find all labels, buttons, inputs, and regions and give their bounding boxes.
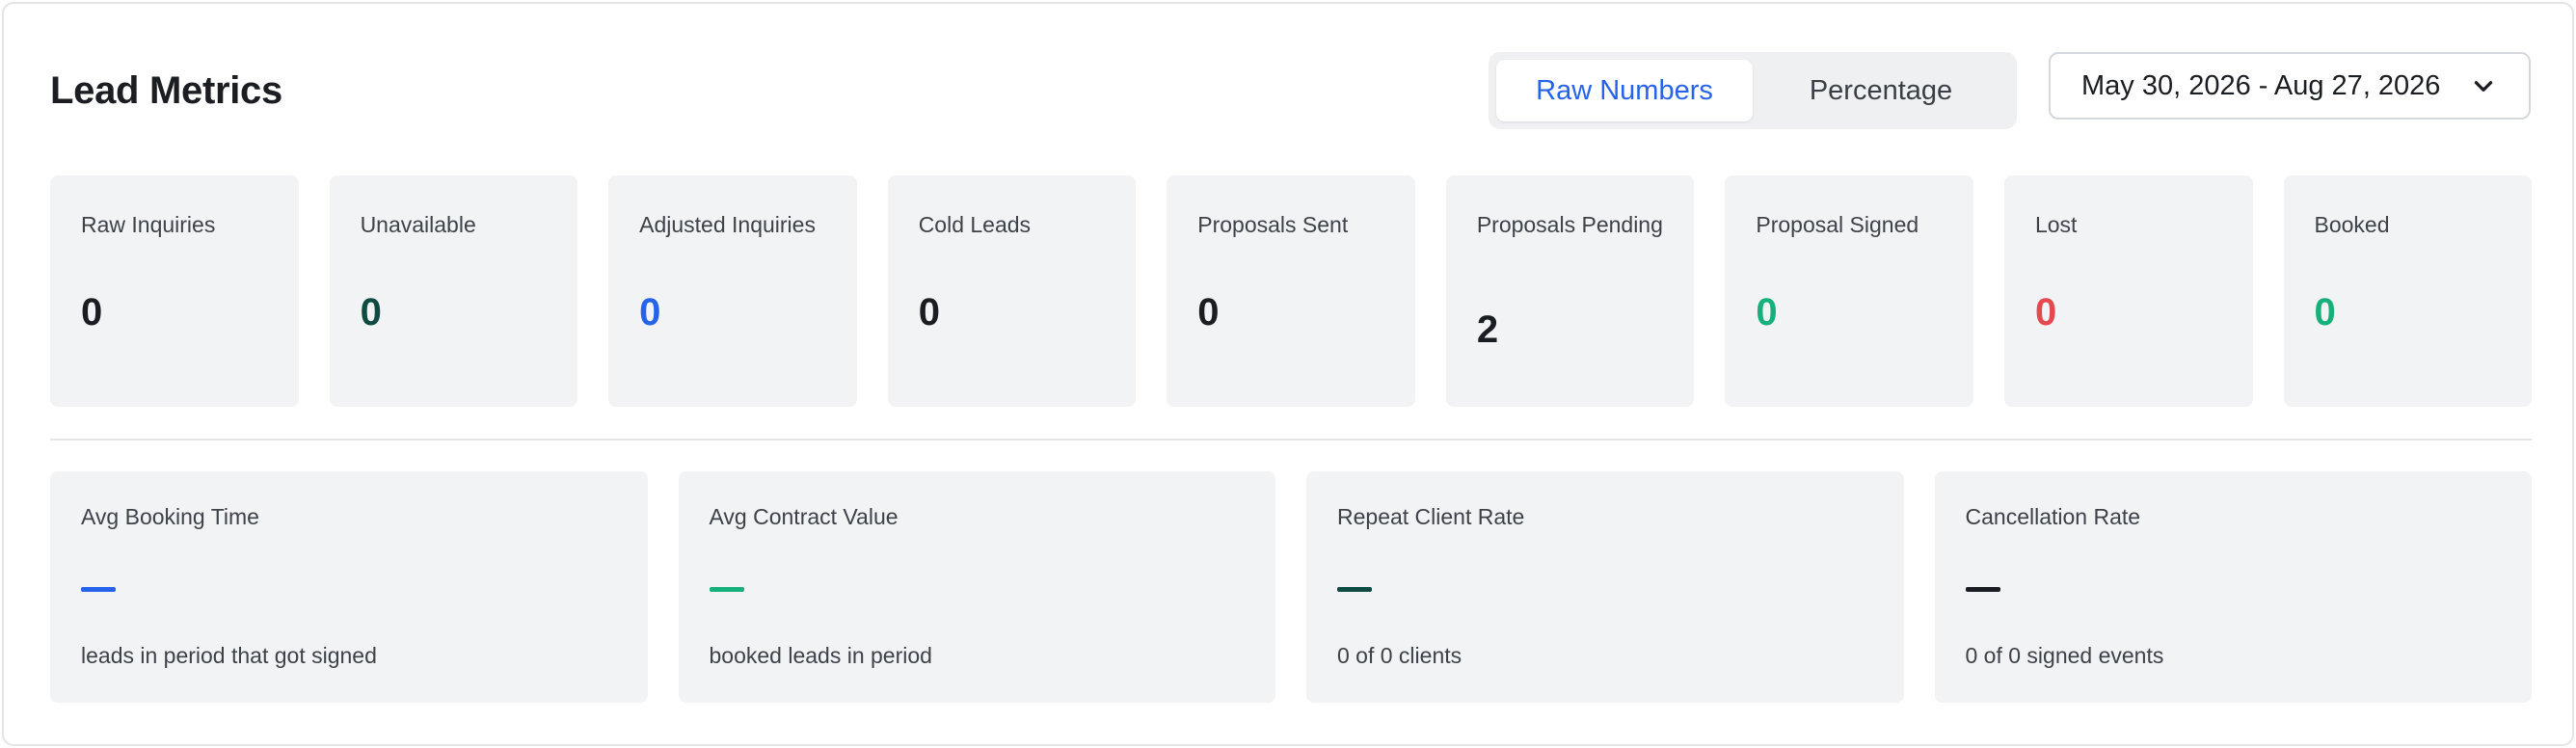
metric-label: Cold Leads [918,212,1032,237]
stats-row: Avg Booking Time leads in period that go… [50,471,2532,703]
metric-cold-leads: Cold Leads 0 [887,175,1137,407]
raw-numbers-tab[interactable]: Raw Numbers [1496,60,1753,121]
stat-empty-value [1337,587,1372,592]
view-mode-toggle: Raw Numbers Percentage [1489,52,2017,129]
metric-raw-inquiries: Raw Inquiries 0 [50,175,299,407]
stat-label: Cancellation Rate [1965,504,2141,529]
stat-cancellation-rate: Cancellation Rate 0 of 0 signed events [1934,471,2532,703]
stat-avg-booking-time: Avg Booking Time leads in period that go… [50,471,648,703]
stat-label: Avg Contract Value [709,504,899,529]
percentage-tab[interactable]: Percentage [1753,60,2009,121]
metric-label: Adjusted Inquiries [639,212,816,237]
metric-label: Proposals Pending [1476,212,1663,237]
metric-label: Proposal Signed [1756,212,1919,237]
stat-avg-contract-value: Avg Contract Value booked leads in perio… [678,471,1275,703]
metric-label: Booked [2314,212,2390,237]
stat-caption: 0 of 0 signed events [1965,643,2164,668]
metric-value: 0 [918,291,940,334]
metric-proposals-pending: Proposals Pending 2 [1445,175,1695,407]
metric-value: 0 [81,291,103,334]
stat-empty-value [709,587,744,592]
metric-value: 0 [2034,291,2057,334]
metric-unavailable: Unavailable 0 [329,175,578,407]
stat-caption: leads in period that got signed [81,643,377,668]
metric-proposals-sent: Proposals Sent 0 [1167,175,1415,407]
metric-value: 0 [1756,291,1778,334]
lead-metrics-card: Lead Metrics Raw Numbers Percentage May … [2,2,2574,746]
page-title: Lead Metrics [50,69,282,112]
metric-value: 0 [1197,291,1220,334]
section-divider [50,439,2532,441]
metric-adjusted-inquiries: Adjusted Inquiries 0 [608,175,857,407]
stat-caption: booked leads in period [709,643,932,668]
metric-lost: Lost 0 [2003,175,2253,407]
stat-caption: 0 of 0 clients [1337,643,1462,668]
metric-value: 0 [639,291,661,334]
stat-repeat-client-rate: Repeat Client Rate 0 of 0 clients [1306,471,1904,703]
metrics-row: Raw Inquiries 0 Unavailable 0 Adjusted I… [50,175,2533,407]
metric-value: 2 [1476,308,1499,351]
metric-proposal-signed: Proposal Signed 0 [1725,175,1973,407]
stat-label: Avg Booking Time [81,504,259,529]
metric-value: 0 [2314,291,2336,334]
stat-empty-value [81,587,116,592]
metric-label: Lost [2034,212,2078,237]
date-range-value: May 30, 2026 - Aug 27, 2026 [2081,69,2441,101]
metric-label: Raw Inquiries [81,212,216,237]
date-range-select[interactable]: May 30, 2026 - Aug 27, 2026 [2049,52,2531,120]
stat-empty-value [1965,587,2000,592]
chevron-down-icon [2474,81,2493,92]
stat-label: Repeat Client Rate [1337,504,1525,529]
metric-booked: Booked 0 [2283,175,2533,407]
metric-label: Unavailable [360,212,476,237]
metric-value: 0 [360,291,382,334]
metric-label: Proposals Sent [1197,212,1349,237]
